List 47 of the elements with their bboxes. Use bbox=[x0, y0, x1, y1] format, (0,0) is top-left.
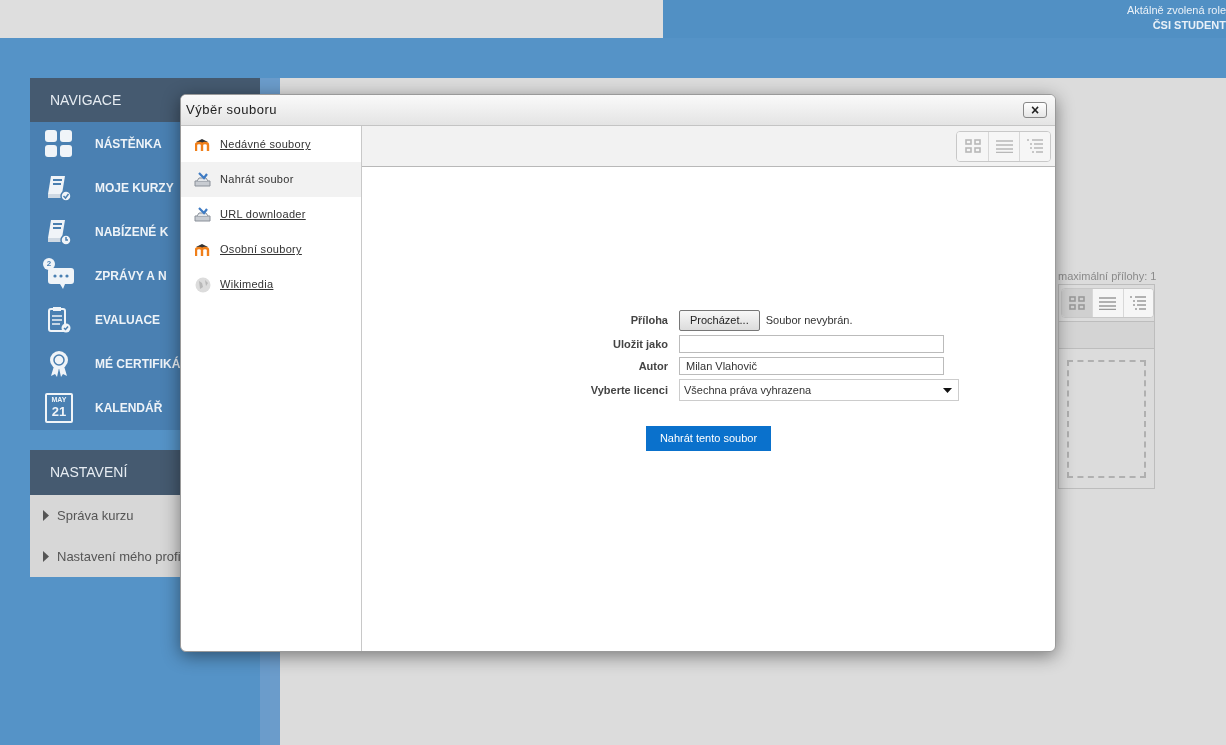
nav-item-label: ZPRÁVY A N bbox=[95, 267, 167, 285]
nav-item-label: EVALUACE bbox=[95, 312, 161, 329]
moodle-icon bbox=[194, 137, 211, 152]
upload-tray-icon bbox=[194, 172, 211, 187]
nav-item-label: NÁSTĚNKA bbox=[95, 135, 162, 153]
book-clock-icon bbox=[45, 218, 73, 246]
drop-zone[interactable] bbox=[1067, 360, 1146, 478]
nav-item-label: KALENDÁŘ bbox=[95, 399, 163, 417]
expand-arrow-icon bbox=[43, 510, 49, 521]
license-label: Vyberte licenci bbox=[589, 382, 668, 398]
dashboard-icon bbox=[45, 130, 73, 158]
file-source-item[interactable]: Nahrát soubor bbox=[181, 162, 361, 197]
role-name: ČSI STUDENT bbox=[1152, 18, 1226, 32]
list-view-icon bbox=[995, 139, 1013, 153]
attachment-limit-note: maximální přílohy: 1 bbox=[1058, 269, 1155, 284]
browse-button[interactable]: Procházet... bbox=[679, 310, 760, 331]
save-as-field[interactable] bbox=[679, 335, 944, 353]
license-select[interactable]: Všechna práva vyhrazena bbox=[679, 379, 959, 401]
nav-item-label: NABÍZENÉ K bbox=[95, 223, 169, 241]
nav-item-label: MOJE KURZY bbox=[95, 180, 174, 197]
view-button[interactable] bbox=[1019, 131, 1050, 161]
author-field[interactable]: Milan Vlahovič bbox=[679, 357, 944, 375]
tree-view-icon bbox=[1130, 296, 1147, 310]
view-button[interactable] bbox=[1062, 289, 1093, 317]
grid-view-icon bbox=[964, 139, 981, 153]
settings-item-label: Nastavení mého profi bbox=[57, 547, 181, 566]
upload-tray-icon bbox=[194, 207, 211, 222]
role-label: Aktálně zvolená role bbox=[1126, 3, 1226, 17]
moodle-icon bbox=[194, 242, 211, 257]
no-file-text: Soubor nevybrán. bbox=[765, 313, 853, 329]
list-view-icon bbox=[1099, 296, 1117, 310]
globe-icon bbox=[194, 276, 211, 293]
expand-arrow-icon bbox=[43, 551, 49, 562]
message-count-badge: 2 bbox=[43, 258, 55, 270]
dropdown-caret-icon bbox=[943, 387, 952, 393]
save-as-label: Uložit jako bbox=[612, 336, 668, 352]
clipboard-icon bbox=[45, 306, 73, 334]
nav-item-label: MÉ CERTIFIKÁ bbox=[95, 355, 181, 373]
author-label: Autor bbox=[637, 358, 668, 374]
grid-view-icon bbox=[1069, 296, 1086, 310]
view-button[interactable] bbox=[1122, 289, 1153, 317]
attachment-label: Příloha bbox=[629, 313, 668, 329]
close-button[interactable]: × bbox=[1023, 102, 1047, 118]
book-check-icon bbox=[45, 174, 73, 202]
upload-file-button[interactable]: Nahrát tento soubor bbox=[646, 426, 771, 451]
tree-view-icon bbox=[1027, 139, 1043, 153]
settings-item-label: Správa kurzu bbox=[57, 506, 134, 525]
